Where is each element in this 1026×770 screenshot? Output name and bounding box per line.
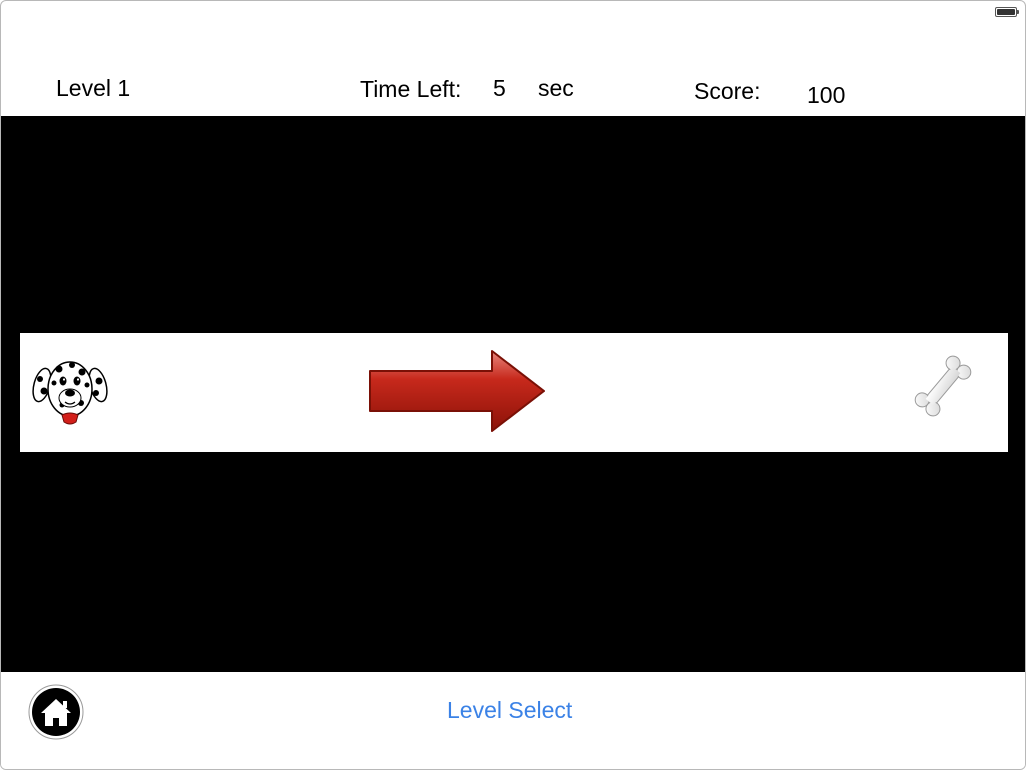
dalmatian-dog-icon[interactable] [32,355,108,431]
time-left-label: Time Left: [360,76,462,102]
red-right-arrow-icon [369,350,545,432]
level-select-link[interactable]: Level Select [447,697,572,723]
game-track[interactable] [20,333,1008,452]
score-value: 100 [807,82,846,108]
bone-icon[interactable] [908,355,978,417]
battery-full-icon [995,7,1019,17]
time-left-unit: sec [538,75,574,101]
home-icon[interactable] [28,684,84,740]
app-window: Level 1 Time Left: 5 sec Score: 100 Leve… [0,0,1026,770]
play-area[interactable] [1,116,1025,672]
score-label: Score: [694,78,761,104]
bottom-bar: Level Select [1,672,1025,769]
level-label: Level 1 [56,75,131,101]
time-left-value: 5 [493,75,506,101]
